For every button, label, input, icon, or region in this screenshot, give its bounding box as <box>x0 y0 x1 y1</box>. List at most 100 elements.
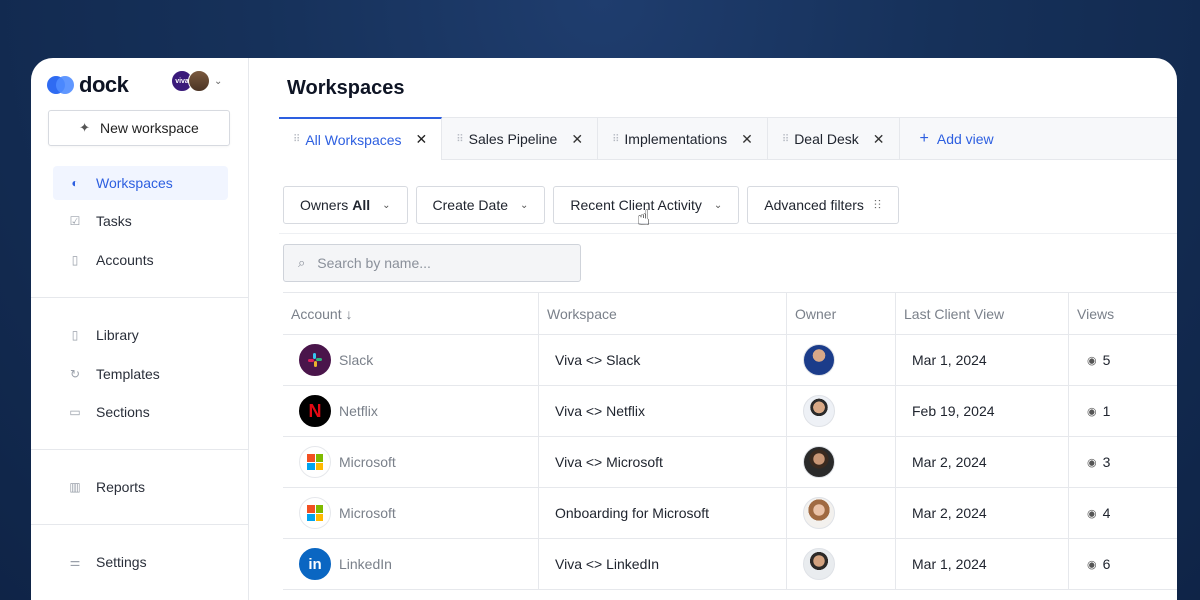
account-name: LinkedIn <box>339 556 392 572</box>
add-view-label: Add view <box>936 130 994 147</box>
owner-avatar <box>803 497 835 529</box>
views-cell: ◉ 3 <box>1069 437 1177 487</box>
workspaces-table: Account ↓ Workspace Owner Last Client Vi… <box>283 292 1177 590</box>
account-cell: in LinkedIn <box>283 539 539 589</box>
drag-handle-icon[interactable]: ⠿ <box>782 134 789 145</box>
close-icon[interactable]: ✕ <box>571 131 583 148</box>
workspace-cell[interactable]: Viva <> Netflix <box>539 386 787 436</box>
sidebar: dock viva ⌄ ✦ New workspace ◐ Workspaces… <box>31 58 249 600</box>
table-row[interactable]: N Netflix Viva <> Netflix Feb 19, 2024 ◉… <box>283 386 1177 437</box>
owner-cell <box>787 437 896 487</box>
owners-filter[interactable]: Owners All ⌄ <box>283 186 408 224</box>
close-icon[interactable]: ✕ <box>416 131 428 148</box>
sidebar-item-templates[interactable]: ↻ Templates <box>53 357 228 391</box>
advanced-filters-button[interactable]: Advanced filters ⫶⫶ <box>747 186 899 224</box>
chevron-down-icon: ⌄ <box>520 199 529 211</box>
dock-logo-icon <box>47 75 75 95</box>
filter-bar: Owners All ⌄ Create Date ⌄ Recent Client… <box>283 186 899 224</box>
tab-deal-desk[interactable]: ⠿ Deal Desk ✕ <box>768 118 900 160</box>
netflix-logo-icon: N <box>299 395 331 427</box>
close-icon[interactable]: ✕ <box>873 131 885 148</box>
chevron-down-icon: ⌄ <box>382 199 391 211</box>
owner-avatar <box>803 548 835 580</box>
sidebar-item-accounts[interactable]: ▯ Accounts <box>53 243 228 277</box>
tab-implementations[interactable]: ⠿ Implementations ✕ <box>598 118 768 160</box>
account-name: Slack <box>339 352 374 368</box>
sidebar-item-label: Accounts <box>96 252 154 268</box>
sidebar-item-label: Reports <box>96 479 146 495</box>
close-icon[interactable]: ✕ <box>741 131 753 148</box>
brand-logo[interactable]: dock <box>47 72 129 98</box>
column-header-account[interactable]: Account ↓ <box>283 293 539 334</box>
divider <box>31 297 249 298</box>
sidebar-item-workspaces[interactable]: ◐ Workspaces <box>53 166 228 200</box>
sidebar-item-sections[interactable]: ▭ Sections <box>53 395 228 429</box>
views-count: 5 <box>1102 352 1111 368</box>
account-name: Microsoft <box>339 505 396 521</box>
tab-label: Sales Pipeline <box>468 131 558 147</box>
column-header-owner[interactable]: Owner <box>787 293 896 334</box>
views-cell: ◉ 1 <box>1069 386 1177 436</box>
new-workspace-icon: ✦ <box>79 120 91 135</box>
create-date-filter[interactable]: Create Date ⌄ <box>415 186 546 224</box>
sliders-icon: ⫶⫶ <box>873 197 882 212</box>
owner-avatar <box>803 395 835 427</box>
drag-handle-icon[interactable]: ⠿ <box>456 134 463 145</box>
add-view-button[interactable]: + Add view <box>900 118 994 159</box>
tab-sales-pipeline[interactable]: ⠿ Sales Pipeline ✕ <box>442 118 599 160</box>
linkedin-logo-icon: in <box>299 548 331 580</box>
table-row[interactable]: Microsoft Onboarding for Microsoft Mar 2… <box>283 488 1177 539</box>
column-header-last-view[interactable]: Last Client View <box>896 293 1069 334</box>
microsoft-logo-icon <box>299 446 331 478</box>
sidebar-item-tasks[interactable]: ☑ Tasks <box>53 204 228 238</box>
accounts-icon: ▯ <box>71 253 79 267</box>
sidebar-item-label: Library <box>96 327 139 343</box>
workspace-cell[interactable]: Viva <> Microsoft <box>539 437 787 487</box>
tab-label: Deal Desk <box>794 131 859 147</box>
tab-label: Implementations <box>624 131 728 147</box>
divider <box>31 449 249 450</box>
column-header-views[interactable]: Views <box>1069 293 1177 334</box>
account-switcher[interactable]: viva ⌄ <box>171 70 222 92</box>
new-workspace-button[interactable]: ✦ New workspace <box>48 110 230 146</box>
account-cell: Microsoft <box>283 437 539 487</box>
owners-filter-label: Owners <box>300 197 349 213</box>
account-cell: N Netflix <box>283 386 539 436</box>
eye-icon: ◉ <box>1087 558 1097 571</box>
workspace-cell[interactable]: Onboarding for Microsoft <box>539 488 787 538</box>
workspace-cell[interactable]: Viva <> LinkedIn <box>539 539 787 589</box>
templates-icon: ↻ <box>69 367 81 381</box>
account-cell: Microsoft <box>283 488 539 538</box>
chevron-down-icon: ⌄ <box>214 75 223 87</box>
owner-cell <box>787 539 896 589</box>
divider <box>31 524 249 525</box>
drag-handle-icon[interactable]: ⠿ <box>293 134 300 145</box>
tab-label: All Workspaces <box>305 131 402 148</box>
workspace-cell[interactable]: Viva <> Slack <box>539 335 787 385</box>
sidebar-item-label: Settings <box>96 554 147 570</box>
divider <box>279 233 1177 234</box>
owner-cell <box>787 335 896 385</box>
bar-chart-icon: ▥ <box>69 480 81 494</box>
sidebar-item-library[interactable]: ▯ Library <box>53 318 228 352</box>
views-cell: ◉ 4 <box>1069 488 1177 538</box>
table-row[interactable]: Microsoft Viva <> Microsoft Mar 2, 2024 … <box>283 437 1177 488</box>
microsoft-logo-icon <box>299 497 331 529</box>
views-count: 3 <box>1102 454 1111 470</box>
table-row[interactable]: Slack Viva <> Slack Mar 1, 2024 ◉ 5 <box>283 335 1177 386</box>
search-input[interactable]: ⌕ Search by name... <box>283 244 581 282</box>
account-name: Microsoft <box>339 454 396 470</box>
owner-avatar <box>803 446 835 478</box>
chevron-down-icon: ⌄ <box>713 199 723 211</box>
sidebar-item-reports[interactable]: ▥ Reports <box>53 470 228 504</box>
library-icon: ▯ <box>71 328 79 342</box>
drag-handle-icon[interactable]: ⠿ <box>612 134 619 145</box>
sidebar-item-label: Workspaces <box>96 175 173 191</box>
views-cell: ◉ 5 <box>1069 335 1177 385</box>
table-row[interactable]: in LinkedIn Viva <> LinkedIn Mar 1, 2024… <box>283 539 1177 590</box>
tab-all-workspaces[interactable]: ⠿ All Workspaces ✕ <box>279 117 443 160</box>
advanced-filters-label: Advanced filters <box>764 197 864 213</box>
column-header-workspace[interactable]: Workspace <box>539 293 787 334</box>
eye-icon: ◉ <box>1087 405 1097 418</box>
sidebar-item-settings[interactable]: ⚌ Settings <box>53 545 228 579</box>
